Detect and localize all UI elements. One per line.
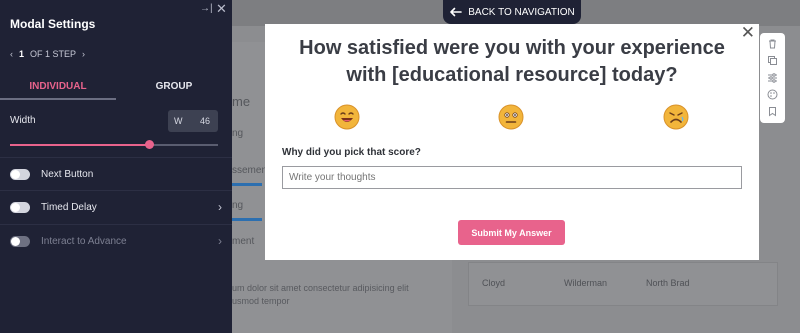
survey-question: How satisfied were you with your experie…	[275, 35, 749, 89]
copy-icon[interactable]	[767, 55, 778, 66]
step-navigator: ‹ 1 OF 1 STEP ›	[10, 49, 85, 59]
feedback-input[interactable]	[282, 166, 742, 189]
close-icon[interactable]: ✕	[216, 1, 227, 17]
sliders-icon[interactable]	[767, 72, 778, 83]
question-line: with [educational resource] today?	[346, 64, 678, 86]
arrow-left-icon	[450, 7, 463, 17]
next-button-label: Next Button	[41, 168, 94, 180]
toggle-row-next-button[interactable]: Next Button	[10, 166, 222, 182]
step-current: 1	[19, 49, 25, 59]
sad-face-icon[interactable]	[663, 104, 689, 130]
background-title: me	[232, 94, 251, 109]
width-input[interactable]: W 46	[168, 110, 218, 132]
background-paragraph: um dolor sit amet consectetur adipisicin…	[232, 283, 409, 293]
chevron-left-icon[interactable]: ‹	[10, 49, 13, 59]
divider	[0, 190, 232, 191]
element-toolbar	[760, 33, 785, 123]
submit-answer-button[interactable]: Submit My Answer	[458, 220, 565, 245]
width-value: 46	[199, 116, 210, 126]
width-unit-label: W	[174, 116, 183, 126]
timed-delay-label: Timed Delay	[41, 201, 97, 213]
step-total-label: OF 1 STEP	[30, 49, 77, 59]
chevron-right-icon[interactable]: ›	[82, 49, 85, 59]
width-label: Width	[10, 115, 36, 126]
settings-tabs: INDIVIDUAL GROUP	[0, 76, 232, 100]
interact-to-advance-toggle[interactable]	[10, 235, 30, 247]
tab-group[interactable]: GROUP	[116, 76, 232, 100]
background-row: ng	[232, 200, 244, 211]
background-progress	[232, 183, 262, 186]
width-slider-handle[interactable]	[145, 140, 155, 149]
table-cell: Wilderman	[564, 278, 608, 288]
neutral-face-icon[interactable]	[498, 104, 524, 130]
width-slider-fill	[10, 144, 150, 146]
timed-delay-toggle[interactable]	[10, 201, 30, 213]
trash-icon[interactable]	[767, 38, 778, 49]
palette-icon[interactable]	[767, 89, 778, 100]
background-progress	[232, 218, 262, 221]
question-line: How satisfied were you with your experie…	[299, 37, 725, 59]
back-to-navigation-button[interactable]: BACK TO NAVIGATION	[443, 0, 581, 24]
width-slider[interactable]	[10, 140, 218, 149]
bookmark-icon[interactable]	[767, 106, 778, 117]
feedback-label: Why did you pick that score?	[282, 147, 421, 158]
toggle-row-timed-delay[interactable]: Timed Delay ›	[10, 199, 222, 215]
chevron-right-icon[interactable]: ›	[218, 234, 222, 248]
modal-settings-sidebar: Modal Settings →| ✕ ‹ 1 OF 1 STEP › INDI…	[0, 0, 232, 333]
background-row: ng	[232, 128, 244, 139]
toggle-row-interact-to-advance[interactable]: Interact to Advance ›	[10, 233, 222, 249]
table-cell: North Brad	[646, 278, 690, 288]
table-cell: Cloyd	[482, 278, 506, 288]
background-table	[468, 262, 778, 306]
chevron-right-icon[interactable]: ›	[218, 200, 222, 214]
interact-to-advance-label: Interact to Advance	[41, 235, 127, 247]
tab-individual[interactable]: INDIVIDUAL	[0, 76, 116, 100]
sidebar-title: Modal Settings	[10, 17, 96, 31]
survey-modal: ✕ How satisfied were you with your exper…	[265, 23, 759, 260]
collapse-panel-icon[interactable]: →|	[200, 3, 213, 14]
divider	[0, 157, 232, 158]
back-to-navigation-label: BACK TO NAVIGATION	[468, 6, 575, 18]
divider	[0, 224, 232, 225]
grinning-face-icon[interactable]	[334, 104, 360, 130]
background-row: ment	[232, 236, 255, 247]
next-button-toggle[interactable]	[10, 168, 30, 180]
background-paragraph: usmod tempor	[232, 296, 290, 306]
